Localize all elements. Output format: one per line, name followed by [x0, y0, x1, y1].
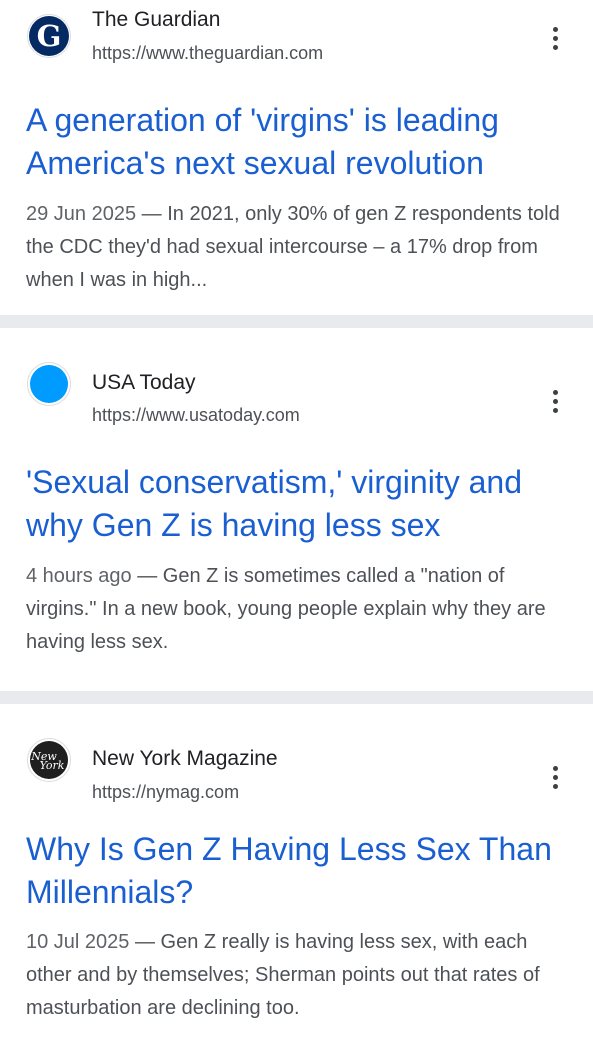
snippet-separator: —: [136, 203, 168, 225]
result-divider: [0, 315, 593, 328]
svg-text:G: G: [37, 19, 62, 53]
guardian-logo-icon: G: [27, 14, 71, 58]
search-results-list: G The Guardian https://www.theguardian.c…: [0, 0, 593, 1050]
more-options-icon[interactable]: [540, 759, 570, 795]
result-date: 4 hours ago: [26, 565, 132, 587]
result-title-link[interactable]: Why Is Gen Z Having Less Sex Than Millen…: [26, 828, 576, 914]
result-date: 10 Jul 2025: [26, 931, 130, 953]
result-divider: [0, 691, 593, 704]
result-snippet: 4 hours ago — Gen Z is sometimes called …: [26, 560, 571, 659]
site-url[interactable]: https://www.theguardian.com: [92, 42, 323, 64]
more-options-icon[interactable]: [540, 383, 570, 419]
svg-text:York: York: [40, 759, 65, 772]
snippet-separator: —: [129, 931, 161, 953]
usa-today-logo-icon: [27, 362, 71, 406]
search-result-new-york-magazine: New York New York Magazine https://nymag…: [0, 704, 593, 1050]
result-snippet: 10 Jul 2025 — Gen Z really is having les…: [26, 926, 571, 1025]
site-name: New York Magazine: [92, 747, 278, 770]
search-result-guardian: G The Guardian https://www.theguardian.c…: [0, 0, 593, 315]
result-snippet: 29 Jun 2025 — In 2021, only 30% of gen Z…: [26, 198, 571, 297]
result-title-link[interactable]: 'Sexual conservatism,' virginity and why…: [26, 461, 576, 547]
site-name: USA Today: [92, 371, 196, 394]
result-date: 29 Jun 2025: [26, 203, 137, 225]
more-options-icon[interactable]: [540, 20, 570, 56]
snippet-separator: —: [131, 565, 163, 587]
search-result-usa-today: USA Today https://www.usatoday.com 'Sexu…: [0, 328, 593, 691]
site-url[interactable]: https://nymag.com: [92, 781, 239, 803]
site-url[interactable]: https://www.usatoday.com: [92, 404, 300, 426]
result-title-link[interactable]: A generation of 'virgins' is leading Ame…: [26, 99, 576, 185]
site-name: The Guardian: [92, 8, 221, 31]
new-york-magazine-logo-icon: New York: [27, 738, 71, 782]
